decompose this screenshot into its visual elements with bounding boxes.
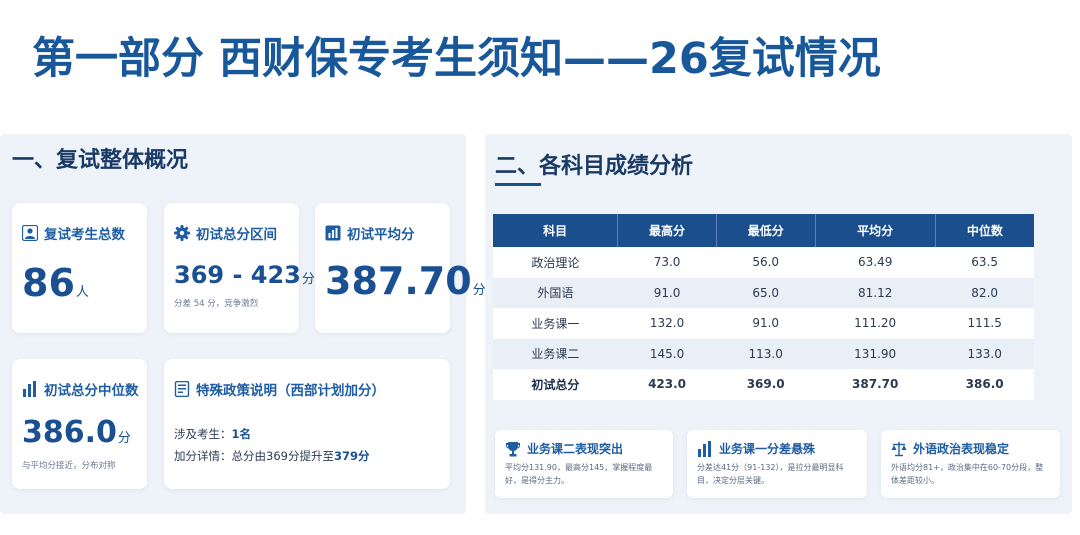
- table-cell: 82.0: [935, 277, 1034, 308]
- table-cell: 81.12: [815, 277, 936, 308]
- table-cell: 131.90: [815, 338, 936, 369]
- table-header-cell: 科目: [493, 214, 619, 247]
- score-range-card: 初试总分区间 369 - 423分 分差 54 分，竞争激烈: [164, 203, 315, 333]
- table-cell: 外国语: [493, 277, 618, 308]
- insight-title: 外语政治表现稳定: [913, 442, 1010, 456]
- table-cell: 113.0: [716, 338, 816, 369]
- policy-candidates-line: 涉及考生：1名: [174, 427, 252, 441]
- overview-heading: 一、复试整体概况: [12, 148, 189, 173]
- gear-icon: [174, 225, 190, 241]
- user-icon: [22, 225, 38, 241]
- scale-icon: [891, 441, 907, 456]
- table-header-cell: 平均分: [815, 214, 936, 247]
- table-cell: 133.0: [935, 338, 1034, 369]
- total-candidates-label: 复试考生总数: [44, 227, 125, 243]
- bar-chart-icon: [698, 440, 711, 457]
- special-policy-label: 特殊政策说明（西部计划加分）: [196, 383, 385, 399]
- document-icon: [174, 381, 190, 397]
- table-row: 外国语 91.0 65.0 81.12 82.0: [493, 277, 1034, 308]
- trophy-icon: [506, 441, 520, 456]
- heading-underline: [495, 183, 541, 186]
- insight-card-language-politics: 外语政治表现稳定 外语均分81+，政治集中在60-70分段，整体差距较小。: [881, 430, 1060, 498]
- table-header-cell: 中位数: [935, 214, 1034, 247]
- table-cell: 73.0: [617, 247, 717, 278]
- table-header-cell: 最低分: [716, 214, 816, 247]
- table-row: 业务课二 145.0 113.0 131.90 133.0: [493, 338, 1034, 369]
- average-score-label: 初试平均分: [347, 227, 415, 243]
- insight-text: 外语均分81+，政治集中在60-70分段，整体差距较小。: [891, 463, 1044, 485]
- median-score-note: 与平均分接近，分布对称: [22, 461, 116, 471]
- median-score-card: 初试总分中位数 386.0分 与平均分接近，分布对称: [12, 359, 147, 489]
- score-range-value: 369 - 423分: [174, 261, 315, 289]
- table-cell: 91.0: [716, 308, 816, 339]
- insight-card-course1: 业务课一分差悬殊 分差达41分（91-132），是拉分最明显科目，决定分层关键。: [687, 430, 867, 498]
- special-policy-header: 特殊政策说明（西部计划加分）: [174, 379, 385, 399]
- score-range-label: 初试总分区间: [196, 227, 277, 243]
- table-header-row: 科目 最高分 最低分 平均分 中位数: [493, 214, 1034, 247]
- special-policy-card: 特殊政策说明（西部计划加分） 涉及考生：1名 加分详情：总分由369分提升至37…: [164, 359, 450, 489]
- table-row: 业务课一 132.0 91.0 111.20 111.5: [493, 308, 1034, 339]
- table-row-total: 初试总分 423.0 369.0 387.70 386.0: [493, 369, 1034, 400]
- score-range-note: 分差 54 分，竞争激烈: [174, 299, 259, 309]
- table-row: 政治理论 73.0 56.0 63.49 63.5: [493, 247, 1034, 278]
- table-cell: 政治理论: [493, 247, 618, 278]
- table-cell: 63.49: [815, 247, 936, 278]
- insight-title: 业务课一分差悬殊: [719, 442, 816, 456]
- table-cell: 63.5: [935, 247, 1034, 278]
- bar-chart-icon: [23, 381, 36, 397]
- insight-card-course2: 业务课二表现突出 平均分131.90，最高分145，掌握程度最好，是得分主力。: [495, 430, 673, 498]
- table-cell: 业务课二: [493, 338, 618, 369]
- table-cell: 369.0: [716, 369, 816, 400]
- median-score-label: 初试总分中位数: [44, 383, 139, 399]
- average-score-value: 387.70分: [325, 259, 486, 303]
- table-cell: 387.70: [815, 369, 936, 400]
- insight-text: 分差达41分（91-132），是拉分最明显科目，决定分层关键。: [697, 463, 844, 485]
- table-header-cell: 最高分: [617, 214, 717, 247]
- insight-header: 业务课一分差悬殊: [697, 440, 815, 457]
- chart-box-icon: [325, 225, 341, 241]
- table-cell: 业务课一: [493, 308, 618, 339]
- subject-analysis-heading: 二、各科目成绩分析: [495, 148, 693, 186]
- insight-header: 外语政治表现稳定: [891, 440, 1009, 457]
- subject-score-table: 科目 最高分 最低分 平均分 中位数 政治理论 73.0 56.0 63.49 …: [493, 214, 1034, 400]
- table-cell: 56.0: [716, 247, 816, 278]
- score-range-header: 初试总分区间: [174, 223, 277, 243]
- table-cell: 386.0: [935, 369, 1034, 400]
- table-cell: 65.0: [716, 277, 816, 308]
- table-cell: 111.20: [815, 308, 936, 339]
- total-candidates-card: 复试考生总数 86人: [12, 203, 147, 333]
- insight-title: 业务课二表现突出: [527, 442, 624, 456]
- total-candidates-value: 86人: [22, 261, 89, 305]
- median-score-value: 386.0分: [22, 415, 131, 450]
- insight-text: 平均分131.90，最高分145，掌握程度最好，是得分主力。: [505, 463, 653, 485]
- table-cell: 91.0: [617, 277, 717, 308]
- average-score-card: 初试平均分 387.70分: [315, 203, 486, 333]
- table-cell: 初试总分: [493, 369, 618, 400]
- median-score-header: 初试总分中位数: [22, 379, 139, 399]
- overview-panel: 一、复试整体概况 复试考生总数 86人 初试总分区间 369 - 423分 分差…: [0, 134, 486, 514]
- total-candidates-header: 复试考生总数: [22, 223, 125, 243]
- table-cell: 111.5: [935, 308, 1034, 339]
- table-cell: 145.0: [617, 338, 717, 369]
- table-cell: 132.0: [617, 308, 717, 339]
- page-title: 第一部分 西财保专考生须知——26复试情况: [32, 34, 881, 84]
- policy-bonus-line: 加分详情：总分由369分提升至379分: [174, 449, 370, 463]
- subject-analysis-panel: 二、各科目成绩分析 科目 最高分 最低分 平均分 中位数 政治理论 73.0 5…: [485, 134, 1072, 514]
- table-cell: 423.0: [617, 369, 717, 400]
- insight-header: 业务课二表现突出: [505, 440, 623, 457]
- average-score-header: 初试平均分: [325, 223, 415, 243]
